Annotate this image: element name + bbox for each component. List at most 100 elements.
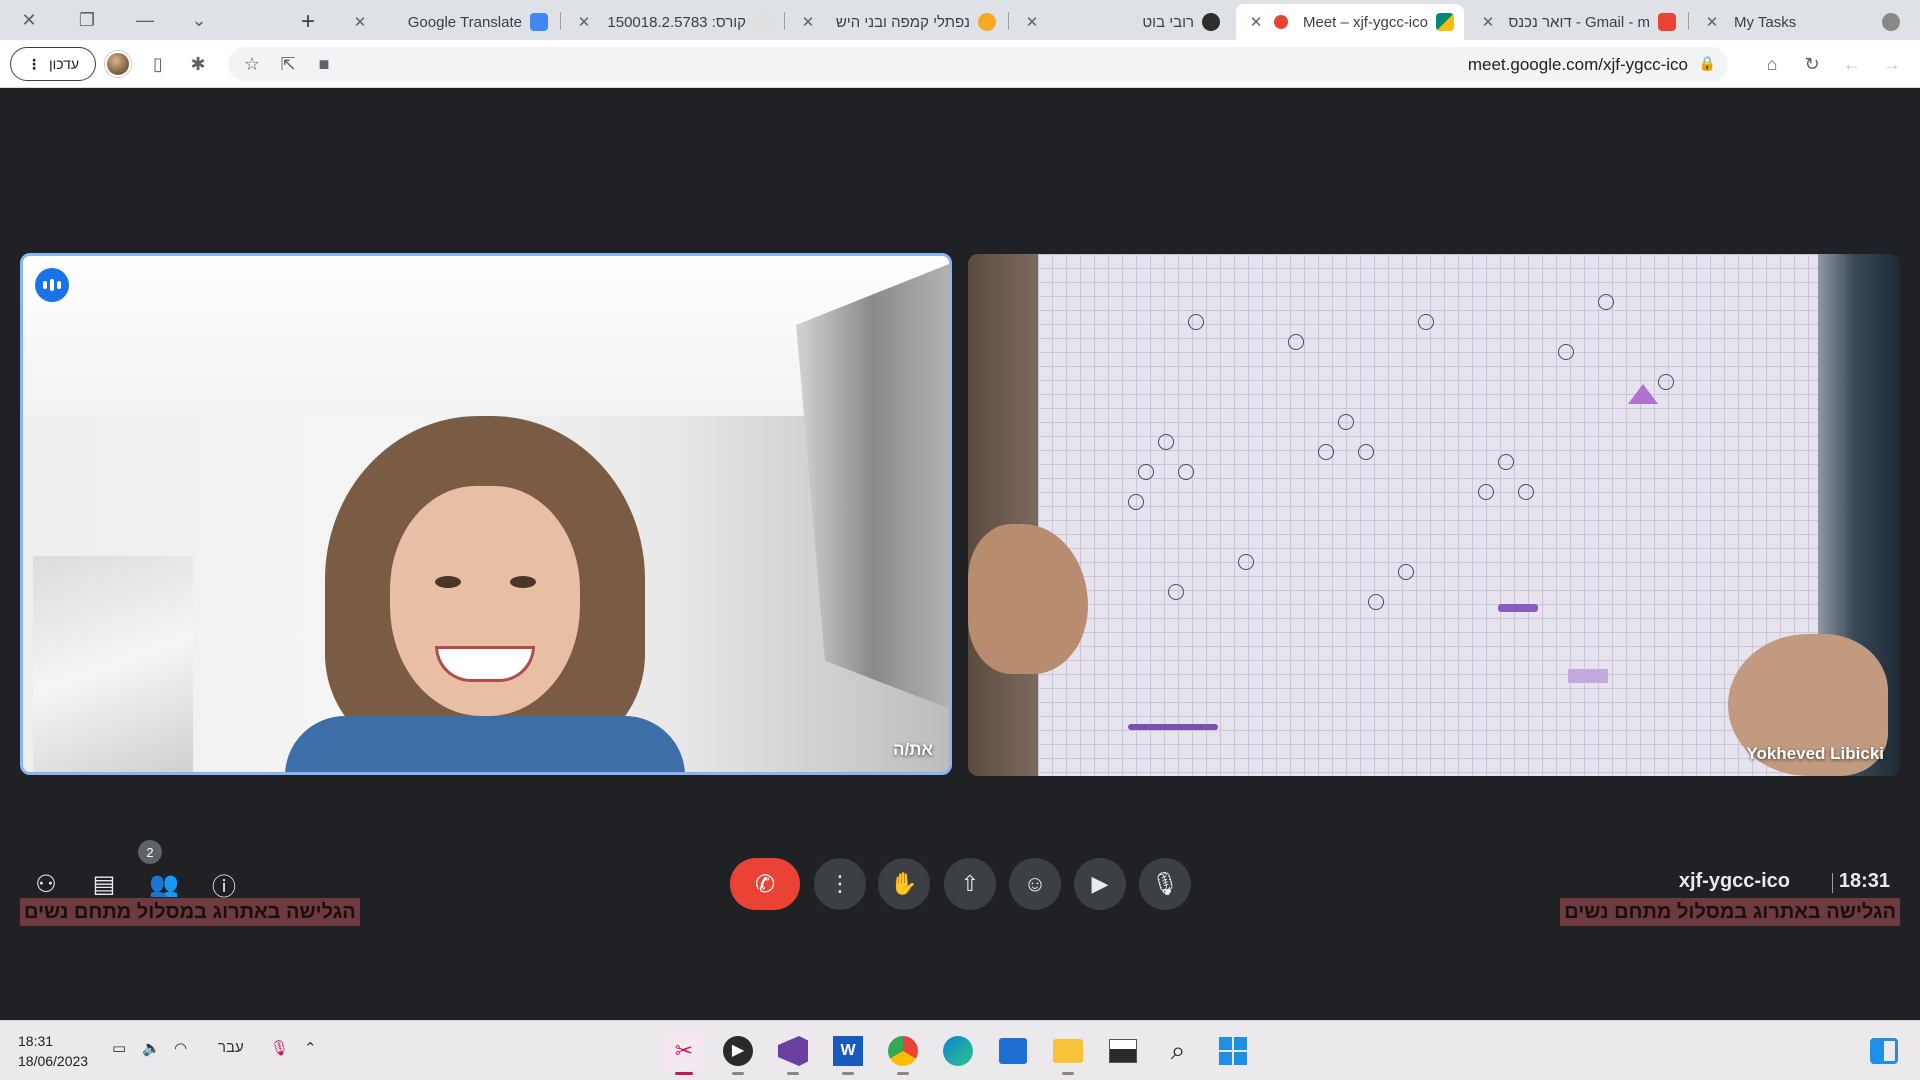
tab-robi-bot[interactable]: ✕ רובי בוט	[1012, 4, 1230, 40]
site-favicon-icon	[978, 13, 996, 31]
battery-icon[interactable]: ▭	[112, 1039, 126, 1057]
tab-divider	[1688, 12, 1689, 30]
input-language[interactable]: עבר	[218, 1039, 244, 1056]
terminal-icon[interactable]	[1103, 1031, 1143, 1071]
reload-icon[interactable]: ↻	[1798, 50, 1826, 78]
edge-icon[interactable]	[938, 1031, 978, 1071]
caption-overlay-right: הגלישה באתרוג במסלול מתחם נשים	[1560, 898, 1900, 926]
taskbar-clock[interactable]: 18:31 18/06/2023	[18, 1031, 88, 1071]
word-icon[interactable]: W	[828, 1031, 868, 1075]
speaking-indicator-icon	[35, 268, 69, 302]
caption-overlay-left: הגלישה באתרוג במסלול מתחם נשים	[20, 898, 360, 926]
tab-divider	[560, 12, 561, 30]
side-panel-icon[interactable]: ▯	[144, 50, 172, 78]
tab-divider	[1008, 12, 1009, 30]
file-explorer-icon[interactable]	[1048, 1031, 1088, 1075]
camera-button[interactable]: ▶	[1074, 858, 1126, 910]
volume-icon[interactable]: 🔈	[142, 1039, 161, 1057]
taskbar-date: 18/06/2023	[18, 1053, 89, 1069]
self-video-person	[285, 416, 685, 772]
divider	[1832, 873, 1833, 893]
more-menu-icon: ⋮	[26, 55, 41, 72]
wifi-icon[interactable]: ◠	[174, 1039, 187, 1057]
back-arrow-icon[interactable]: →	[1878, 50, 1906, 78]
bot-favicon-icon	[1202, 13, 1220, 31]
visual-studio-icon[interactable]	[773, 1031, 813, 1075]
participants-count-badge: 2	[138, 840, 162, 864]
widgets-icon[interactable]	[1864, 1031, 1904, 1071]
close-tab-icon[interactable]: ✕	[574, 13, 594, 31]
tasks-favicon-icon	[1882, 13, 1900, 31]
tab-course[interactable]: ✕ קורס: 150018.2.5783	[564, 4, 782, 40]
close-tab-icon[interactable]: ✕	[1022, 13, 1042, 31]
close-window-icon[interactable]: ✕	[0, 0, 58, 40]
address-bar[interactable]: ☆ ⇱ ■ meet.google.com/xjf-ygcc-ico 🔒	[228, 47, 1728, 81]
translate-favicon-icon	[530, 13, 548, 31]
share-icon[interactable]: ⇱	[274, 50, 302, 78]
paper-with-tree-drawings	[1038, 254, 1818, 776]
close-tab-icon[interactable]: ✕	[1246, 13, 1266, 31]
url-text: meet.google.com/xjf-ygcc-ico	[1467, 55, 1688, 74]
meeting-time: 18:31	[1838, 870, 1890, 892]
participant-name-label: Yokheved Libicki	[1746, 744, 1884, 763]
end-call-button[interactable]: ✆	[730, 858, 800, 910]
lock-icon[interactable]: 🔒	[1699, 55, 1716, 72]
minimize-window-icon[interactable]: —	[116, 0, 174, 40]
camera-in-use-icon[interactable]: ■	[310, 50, 338, 78]
background-mirror	[33, 556, 193, 772]
microphone-button[interactable]: 🎙	[1139, 858, 1191, 910]
show-hidden-icons-icon[interactable]: ⌃	[304, 1039, 317, 1057]
meeting-info-icon[interactable]: ⓘ	[206, 866, 242, 902]
close-tab-icon[interactable]: ✕	[798, 13, 818, 31]
extensions-icon[interactable]: ✱	[184, 50, 212, 78]
bookmark-star-icon[interactable]: ☆	[238, 50, 266, 78]
home-icon[interactable]: ⌂	[1758, 50, 1786, 78]
tab-my-tasks[interactable]: ✕ My Tasks	[1692, 4, 1910, 40]
tab-search-icon[interactable]: ⌄	[170, 0, 228, 40]
forward-arrow-icon[interactable]: ←	[1838, 50, 1866, 78]
tab-title: נפתלי קמפה ובני היש	[835, 13, 970, 31]
raise-hand-button[interactable]: ✋	[878, 858, 930, 910]
restore-window-icon[interactable]: ❐	[58, 0, 116, 40]
new-tab-button[interactable]: +	[292, 6, 324, 38]
close-tab-icon[interactable]: ✕	[1702, 13, 1722, 31]
tab-title: קורס: 150018.2.5783	[607, 13, 746, 31]
start-menu-icon[interactable]	[1213, 1031, 1253, 1071]
chat-icon[interactable]: ▤	[86, 866, 122, 902]
microsoft-store-icon[interactable]	[993, 1031, 1033, 1071]
present-screen-button[interactable]: ⇧	[944, 858, 996, 910]
search-icon[interactable]: ⌕	[1158, 1031, 1198, 1071]
chrome-icon[interactable]	[883, 1031, 923, 1075]
browser-toolbar: ⋮ עדכון ▯ ✱ ☆ ⇱ ■ meet.google.com/xjf-yg…	[0, 40, 1920, 88]
reactions-button[interactable]: ☺	[1009, 858, 1061, 910]
update-button[interactable]: ⋮ עדכון	[10, 47, 96, 81]
profile-avatar[interactable]	[105, 51, 131, 77]
people-icon[interactable]: 👥	[146, 866, 182, 902]
tab-title: דואר נכנס - Gmail - m	[1508, 13, 1650, 31]
microphone-in-use-icon[interactable]: 🎙	[270, 1039, 289, 1057]
close-tab-icon[interactable]: ✕	[1478, 13, 1498, 31]
update-label: עדכון	[48, 56, 80, 72]
activities-icon[interactable]: ⚇	[28, 866, 64, 902]
moodle-favicon-icon	[754, 13, 772, 31]
meeting-code: xjf-ygcc-ico	[1678, 870, 1790, 892]
gmail-favicon-icon	[1658, 13, 1676, 31]
tab-naftali[interactable]: ✕ נפתלי קמפה ובני היש	[788, 4, 1006, 40]
tab-gmail[interactable]: ✕ דואר נכנס - Gmail - m	[1468, 4, 1686, 40]
recording-icon	[1274, 15, 1288, 29]
more-options-button[interactable]: ⋮	[814, 858, 866, 910]
self-name-label: את/ה	[892, 740, 933, 759]
media-player-icon[interactable]: ▶	[718, 1031, 758, 1075]
tab-google-translate[interactable]: ✕ Google Translate	[340, 4, 558, 40]
taskbar-time: 18:31	[18, 1033, 54, 1049]
tab-title: Google Translate	[407, 13, 522, 31]
meet-favicon-icon	[1436, 13, 1454, 31]
windows-taskbar: 18:31 18/06/2023 ▭ 🔈 ◠ עבר 🎙 ⌃ ✂ ▶ W ⌕	[0, 1020, 1920, 1080]
close-tab-icon[interactable]: ✕	[350, 13, 370, 31]
participant-video-tile[interactable]: Yokheved Libicki	[968, 254, 1900, 776]
snipping-tool-icon[interactable]: ✂	[664, 1031, 704, 1075]
tab-meet[interactable]: ✕ Meet – xjf-ygcc-ico	[1236, 4, 1464, 40]
tab-divider	[784, 12, 785, 30]
self-video-tile[interactable]: את/ה	[20, 253, 952, 775]
tab-title: Meet – xjf-ygcc-ico	[1302, 13, 1428, 31]
